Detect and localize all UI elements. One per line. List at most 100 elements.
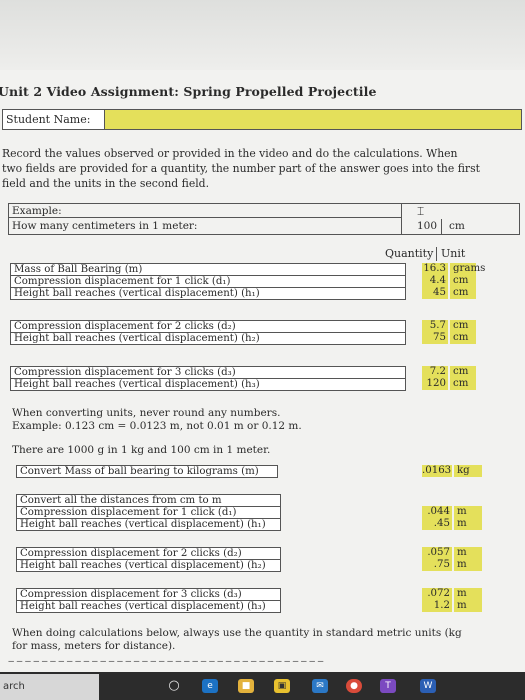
row-label: Compression displacement for 3 clicks (d… — [10, 366, 406, 378]
unit-field[interactable]: cm — [450, 366, 476, 378]
example-quantity: 100 — [417, 220, 438, 232]
row-label: Compression displacement for 1 click (d₁… — [10, 275, 406, 287]
unit-field[interactable]: m — [454, 506, 482, 518]
row-label: Height ball reaches (vertical displaceme… — [16, 518, 281, 531]
quantity-field[interactable]: .072 — [422, 588, 452, 600]
note-line: When converting units, never round any n… — [12, 407, 281, 419]
conversion-group-1: Convert all the distances from cm to m C… — [16, 494, 486, 531]
unit-field[interactable]: m — [454, 600, 482, 612]
quantity-field[interactable]: 7.2 — [422, 366, 448, 378]
row-label: Compression displacement for 2 clicks (d… — [10, 320, 406, 332]
edge-browser-icon[interactable]: e — [202, 679, 218, 693]
table-row: Compression displacement for 2 clicks (d… — [16, 547, 486, 559]
table-row: Height ball reaches (vertical displaceme… — [10, 378, 485, 391]
teams-icon[interactable]: T — [380, 679, 396, 693]
unit-field[interactable]: m — [454, 518, 482, 530]
unit-field[interactable]: m — [454, 559, 482, 571]
student-name-field[interactable] — [105, 110, 521, 129]
word-icon[interactable]: W — [420, 679, 436, 693]
row-label: Height ball reaches (vertical displaceme… — [16, 559, 281, 572]
bottom-note-line: When doing calculations below, always us… — [12, 627, 462, 639]
quantity-field[interactable]: 4.4 — [422, 275, 448, 287]
example-question: How many centimeters in 1 meter: — [12, 220, 198, 232]
unit-field[interactable]: grams — [450, 263, 485, 275]
task-view-icon[interactable]: ○ — [166, 679, 182, 693]
quantity-field[interactable]: 16.3 — [422, 263, 448, 275]
quantity-header: Quantity — [385, 247, 434, 260]
unit-field[interactable]: cm — [450, 320, 476, 332]
table-row: Height ball reaches (vertical displaceme… — [16, 559, 486, 572]
row-label: Compression displacement for 2 clicks (d… — [16, 547, 281, 559]
page-title: Unit 2 Video Assignment: Spring Propelle… — [0, 84, 377, 99]
table-row: Mass of Ball Bearing (m) 16.3 grams — [10, 263, 485, 275]
note-line: There are 1000 g in 1 kg and 100 cm in 1… — [12, 444, 271, 456]
mail-icon[interactable]: ✉ — [312, 679, 328, 693]
taskbar-search-box[interactable]: arch — [0, 674, 99, 700]
quantity-field[interactable]: 1.2 — [422, 600, 452, 612]
table-row: Compression displacement for 3 clicks (d… — [16, 588, 486, 600]
unit-field[interactable]: cm — [450, 378, 476, 390]
quantity-field[interactable]: 75 — [422, 332, 448, 344]
row-label: Convert Mass of ball bearing to kilogram… — [16, 465, 278, 478]
quantity-field[interactable]: 45 — [422, 287, 448, 299]
divider — [441, 219, 442, 234]
unit-field[interactable]: cm — [450, 287, 476, 299]
divider — [436, 247, 437, 261]
row-label: Convert all the distances from cm to m — [16, 494, 281, 506]
table-row: Height ball reaches (vertical displaceme… — [10, 287, 485, 300]
measurement-group-3: Compression displacement for 3 clicks (d… — [10, 366, 485, 391]
file-explorer-icon[interactable]: ■ — [238, 679, 254, 693]
row-label: Mass of Ball Bearing (m) — [10, 263, 406, 275]
page-top-shadow — [0, 0, 525, 70]
bottom-note-line: for mass, meters for distance). — [12, 640, 176, 652]
table-row: Convert all the distances from cm to m — [16, 494, 486, 506]
table-row: Height ball reaches (vertical displaceme… — [10, 332, 485, 345]
quantity-field — [422, 494, 452, 506]
row-label: Compression displacement for 3 clicks (d… — [16, 588, 281, 600]
row-label: Height ball reaches (vertical displaceme… — [10, 378, 406, 391]
unit-field[interactable]: cm — [450, 332, 476, 344]
measurement-group-1: Mass of Ball Bearing (m) 16.3 grams Comp… — [10, 263, 485, 300]
quantity-field[interactable]: .45 — [422, 518, 452, 530]
instruction-line: field and the units in the second field. — [2, 177, 210, 190]
conversion-group-3: Compression displacement for 3 clicks (d… — [16, 588, 486, 613]
quantity-field[interactable]: .044 — [422, 506, 452, 518]
quantity-field[interactable]: .0163 — [422, 465, 452, 477]
example-box: Example: How many centimeters in 1 meter… — [8, 203, 520, 235]
quantity-field[interactable]: .057 — [422, 547, 452, 559]
row-label: Height ball reaches (vertical displaceme… — [16, 600, 281, 613]
cut-off-text-line: ‒‒‒‒‒‒‒‒‒‒‒‒‒‒‒‒‒‒‒‒‒‒‒‒‒‒‒‒‒‒‒‒‒‒‒‒‒‒ — [8, 656, 326, 662]
table-row: Compression displacement for 1 click (d₁… — [16, 506, 486, 518]
student-name-row: Student Name: — [2, 109, 522, 130]
example-label: Example: — [9, 204, 401, 218]
instruction-line: two fields are provided for a quantity, … — [2, 162, 480, 175]
note-line: Example: 0.123 cm = 0.0123 m, not 0.01 m… — [12, 420, 302, 432]
example-unit: cm — [449, 220, 465, 232]
table-row: Compression displacement for 1 click (d₁… — [10, 275, 485, 287]
instructions: Record the values observed or provided i… — [2, 146, 522, 191]
table-row: Height ball reaches (vertical displaceme… — [16, 600, 486, 613]
unit-field[interactable]: m — [454, 588, 482, 600]
unit-field — [454, 494, 482, 506]
chrome-browser-icon[interactable]: ● — [346, 679, 362, 693]
table-row: Compression displacement for 3 clicks (d… — [10, 366, 485, 378]
conversion-group-2: Compression displacement for 2 clicks (d… — [16, 547, 486, 572]
student-name-label: Student Name: — [3, 110, 105, 129]
table-row: Convert Mass of ball bearing to kilogram… — [16, 465, 486, 478]
convert-mass-group: Convert Mass of ball bearing to kilogram… — [16, 465, 486, 478]
quantity-field[interactable]: 120 — [422, 378, 448, 390]
instruction-line: Record the values observed or provided i… — [2, 147, 458, 160]
unit-field[interactable]: kg — [454, 465, 482, 477]
store-icon[interactable]: ▣ — [274, 679, 290, 693]
table-row: Compression displacement for 2 clicks (d… — [10, 320, 485, 332]
row-label: Height ball reaches (vertical displaceme… — [10, 287, 406, 300]
row-label: Height ball reaches (vertical displaceme… — [10, 332, 406, 345]
text-cursor-icon: ⌶ — [417, 204, 425, 218]
unit-header: Unit — [441, 247, 466, 260]
quantity-field[interactable]: 5.7 — [422, 320, 448, 332]
quantity-field[interactable]: .75 — [422, 559, 452, 571]
unit-field[interactable]: m — [454, 547, 482, 559]
unit-field[interactable]: cm — [450, 275, 476, 287]
table-row: Height ball reaches (vertical displaceme… — [16, 518, 486, 531]
divider — [401, 204, 402, 234]
